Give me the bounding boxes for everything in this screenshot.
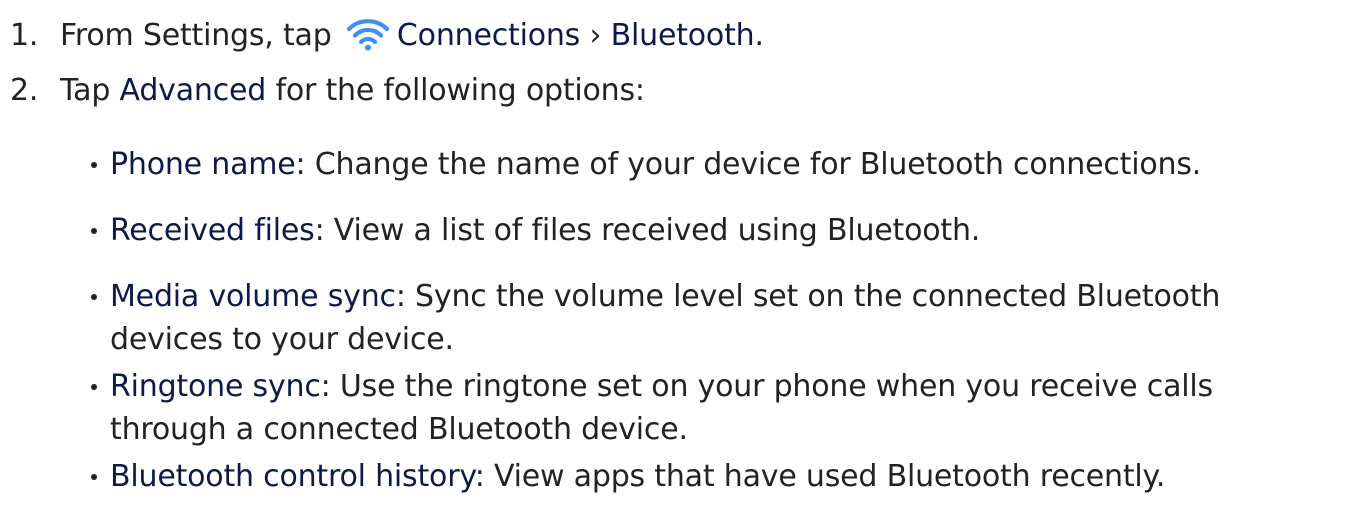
bullet bbox=[91, 294, 97, 300]
step-text: Tap bbox=[60, 73, 111, 108]
wifi-icon bbox=[346, 17, 390, 51]
option-term: Phone name bbox=[110, 147, 296, 182]
step-number: 1. bbox=[10, 18, 39, 53]
option-media-volume-sync: Media volume sync: Sync the volume level… bbox=[110, 275, 1220, 319]
option-description-continued: devices to your device. bbox=[110, 322, 454, 357]
step-text: From Settings, tap bbox=[60, 18, 332, 53]
option-description: : View a list of files received using Bl… bbox=[314, 213, 981, 248]
option-phone-name: Phone name: Change the name of your devi… bbox=[110, 143, 1201, 187]
option-description: : View apps that have used Bluetooth rec… bbox=[474, 459, 1166, 494]
bullet bbox=[91, 384, 97, 390]
step-end-period: . bbox=[754, 18, 764, 53]
option-description: : Use the ringtone set on your phone whe… bbox=[320, 369, 1214, 404]
breadcrumb-separator: › bbox=[589, 18, 602, 53]
bullet bbox=[91, 162, 97, 168]
bluetooth-label: Bluetooth bbox=[610, 18, 755, 53]
instructions-document: 1. From Settings, tap Connections › Bluet… bbox=[0, 0, 1370, 527]
option-bluetooth-control-history: Bluetooth control history: View apps tha… bbox=[110, 455, 1165, 499]
bullet bbox=[91, 474, 97, 480]
option-ringtone-sync: Ringtone sync: Use the ringtone set on y… bbox=[110, 365, 1213, 409]
option-received-files: Received files: View a list of files rec… bbox=[110, 209, 980, 253]
option-description: : Change the name of your device for Blu… bbox=[295, 147, 1202, 182]
step-text-after: for the following options: bbox=[275, 73, 645, 108]
step-2: 2. Tap Advanced for the following options… bbox=[10, 69, 645, 113]
option-ringtone-sync-continued: through a connected Bluetooth device. bbox=[110, 408, 688, 452]
bullet bbox=[91, 228, 97, 234]
connections-label: Connections bbox=[396, 18, 581, 53]
option-term: Received files bbox=[110, 213, 315, 248]
option-term: Ringtone sync bbox=[110, 369, 321, 404]
option-description-continued: through a connected Bluetooth device. bbox=[110, 412, 688, 447]
step-1: 1. From Settings, tap Connections › Bluet… bbox=[10, 14, 764, 58]
option-term: Bluetooth control history bbox=[110, 459, 475, 494]
step-number: 2. bbox=[10, 73, 39, 108]
option-description: : Sync the volume level set on the conne… bbox=[395, 279, 1221, 314]
option-media-volume-sync-continued: devices to your device. bbox=[110, 318, 454, 362]
advanced-label: Advanced bbox=[119, 73, 267, 108]
option-term: Media volume sync bbox=[110, 279, 396, 314]
